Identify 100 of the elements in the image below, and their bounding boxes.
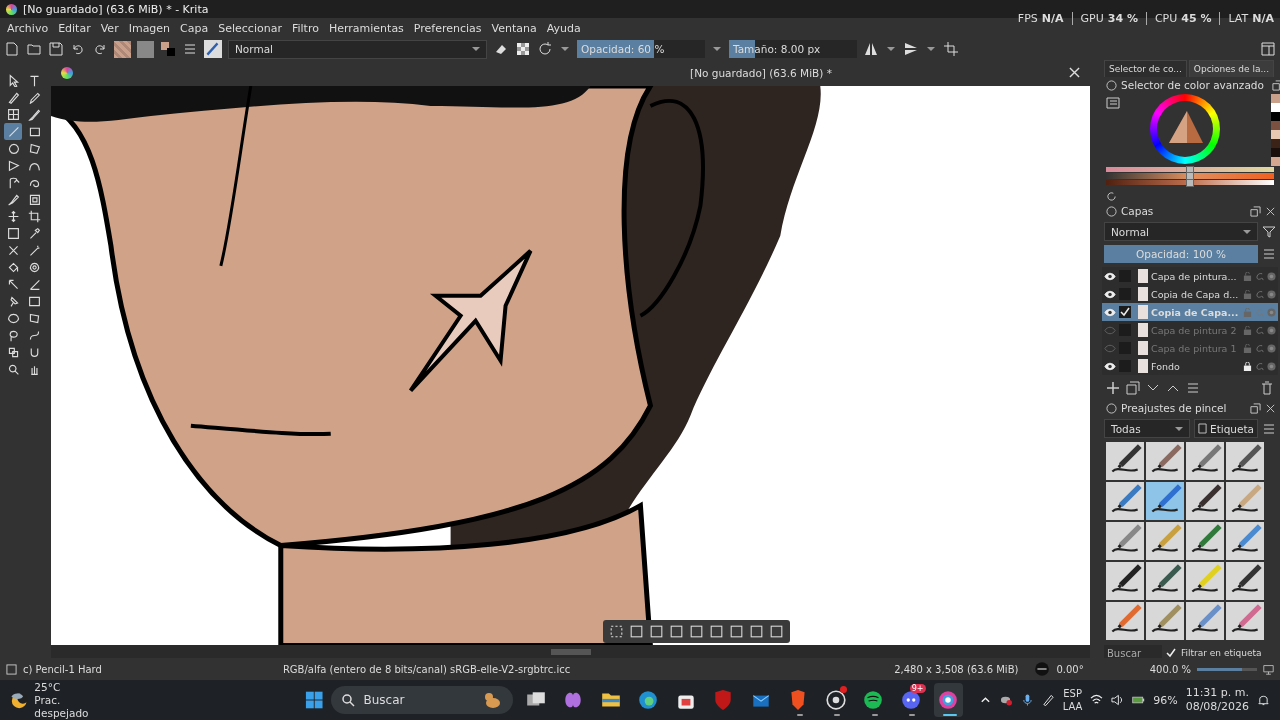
brush-preset[interactable]	[1106, 602, 1144, 640]
workspace-icon[interactable]	[1260, 41, 1276, 57]
brush-preset[interactable]	[1146, 602, 1184, 640]
microphone-icon[interactable]	[1020, 693, 1034, 707]
eye-icon[interactable]	[1104, 289, 1116, 299]
menu-icon[interactable]	[1262, 247, 1276, 261]
brush-preset[interactable]	[1146, 562, 1184, 600]
taskbar-app-button[interactable]	[933, 683, 964, 717]
brush-preset[interactable]	[1186, 482, 1224, 520]
checker-circle-icon[interactable]	[1267, 307, 1276, 317]
unlock-icon[interactable]	[1243, 325, 1252, 335]
rotation-icon[interactable]	[1034, 661, 1051, 677]
color-swatch[interactable]	[1271, 93, 1280, 103]
color-swatch[interactable]	[1271, 147, 1280, 157]
float-icon[interactable]	[1271, 79, 1280, 91]
brush-preset[interactable]	[1226, 482, 1264, 520]
menu-item[interactable]: Ver	[95, 21, 124, 35]
color-swatch[interactable]	[1271, 102, 1280, 112]
new-document-icon[interactable]	[4, 41, 20, 57]
add-icon[interactable]	[1106, 381, 1120, 395]
checker-circle-icon[interactable]	[1267, 289, 1276, 299]
menu-icon[interactable]	[1106, 95, 1120, 110]
mirror-horizontal-icon[interactable]	[863, 41, 879, 57]
close-icon[interactable]	[1069, 67, 1080, 79]
search-field[interactable]: Buscar	[1104, 645, 1162, 658]
blend-mode-dropdown[interactable]: Normal	[228, 39, 487, 59]
pattern-swatch[interactable]	[114, 40, 131, 58]
moon-cloud-icon[interactable]	[10, 690, 29, 710]
layer-row[interactable]: Capa de pintura...	[1102, 267, 1278, 285]
brush-preset[interactable]	[1146, 522, 1184, 560]
mirror-vertical-icon[interactable]	[903, 41, 919, 57]
brush-preset[interactable]	[1186, 522, 1224, 560]
taskbar-app-button[interactable]: 9+	[896, 683, 926, 717]
brush-preset[interactable]	[1226, 522, 1264, 560]
brush-preset[interactable]	[1146, 442, 1184, 480]
eye-icon[interactable]	[1104, 307, 1116, 317]
clock[interactable]: 11:31 p. m. 08/08/2026	[1185, 686, 1250, 714]
menu-item[interactable]: Filtro	[286, 21, 324, 35]
list-settings-icon[interactable]	[182, 41, 198, 57]
menu-item[interactable]: Preferencias	[408, 21, 487, 35]
float-icon[interactable]	[1250, 205, 1261, 217]
brush-preset[interactable]	[1226, 562, 1264, 600]
checker-circle-icon[interactable]	[1267, 325, 1276, 335]
brush-preset[interactable]	[1146, 482, 1184, 520]
menu-item[interactable]: Editar	[53, 21, 96, 35]
menu-item[interactable]: Ayuda	[541, 21, 586, 35]
unlock-icon[interactable]	[1243, 271, 1252, 281]
brush-preset[interactable]	[1186, 602, 1224, 640]
menu-item[interactable]: Capa	[175, 21, 214, 35]
menu-icon[interactable]	[1262, 421, 1276, 436]
color-swatch[interactable]	[1271, 111, 1280, 121]
brush-preset[interactable]	[1186, 562, 1224, 600]
brush-preset[interactable]	[1186, 442, 1224, 480]
layer-row[interactable]: Fondo	[1102, 357, 1278, 375]
menu-item[interactable]: Seleccionar	[213, 21, 287, 35]
preset-filter-dropdown[interactable]: Todas	[1104, 419, 1190, 438]
color-swatch[interactable]	[1271, 138, 1280, 148]
layer-blend-dropdown[interactable]: Normal	[1104, 222, 1258, 241]
unlock-icon[interactable]	[1243, 289, 1252, 299]
unlock-icon[interactable]	[1243, 343, 1252, 353]
color-swatch[interactable]	[1271, 156, 1280, 166]
eye-icon[interactable]	[1104, 361, 1116, 371]
brush-preset[interactable]	[1226, 442, 1264, 480]
brush-preset[interactable]	[1106, 482, 1144, 520]
docker-tab[interactable]: Opciones de la...	[1188, 60, 1275, 77]
checkmark-icon[interactable]	[1119, 306, 1131, 318]
menu-item[interactable]: Ventana	[486, 21, 542, 35]
pen-icon[interactable]	[1041, 693, 1055, 707]
taskbar-search-field[interactable]: Buscar	[331, 686, 513, 714]
menu-item[interactable]: Imagen	[123, 21, 176, 35]
close-icon[interactable]	[1265, 402, 1276, 414]
reload-icon[interactable]	[537, 41, 553, 57]
bell-icon[interactable]	[1257, 693, 1270, 707]
checker-circle-icon[interactable]	[1267, 343, 1276, 353]
duplicate-icon[interactable]	[1126, 381, 1140, 395]
filter-icon[interactable]	[1262, 224, 1276, 239]
brush-preset[interactable]	[1106, 442, 1144, 480]
brush-preset[interactable]	[1106, 562, 1144, 600]
layer-row[interactable]: Copia de Capa d...	[1102, 285, 1278, 303]
color-swap-icon[interactable]	[160, 41, 176, 57]
checker-icon[interactable]	[515, 41, 531, 57]
monitor-icon[interactable]	[1263, 663, 1274, 675]
float-icon[interactable]	[1250, 402, 1261, 414]
menu-item[interactable]: Herramientas	[323, 21, 409, 35]
color-swatch[interactable]	[1271, 129, 1280, 139]
language-indicator[interactable]: ESP LAA	[1062, 687, 1083, 713]
horizontal-scrollbar[interactable]	[51, 645, 1090, 658]
docker-tab[interactable]: Selector de co...	[1104, 60, 1187, 77]
checker-circle-icon[interactable]	[1267, 361, 1276, 371]
save-icon[interactable]	[48, 41, 64, 57]
speaker-icon[interactable]	[1111, 693, 1125, 707]
brush-preview-icon[interactable]	[204, 40, 222, 58]
slider-handle[interactable]	[1186, 178, 1194, 187]
wrap-around-icon[interactable]	[943, 41, 959, 57]
checkbox[interactable]	[1166, 647, 1177, 658]
folder-icon[interactable]	[26, 41, 42, 57]
trash-icon[interactable]	[1260, 381, 1274, 395]
checker-circle-icon[interactable]	[1267, 271, 1276, 281]
brush-preset[interactable]	[1226, 602, 1264, 640]
windows-start-icon[interactable]	[305, 690, 324, 710]
